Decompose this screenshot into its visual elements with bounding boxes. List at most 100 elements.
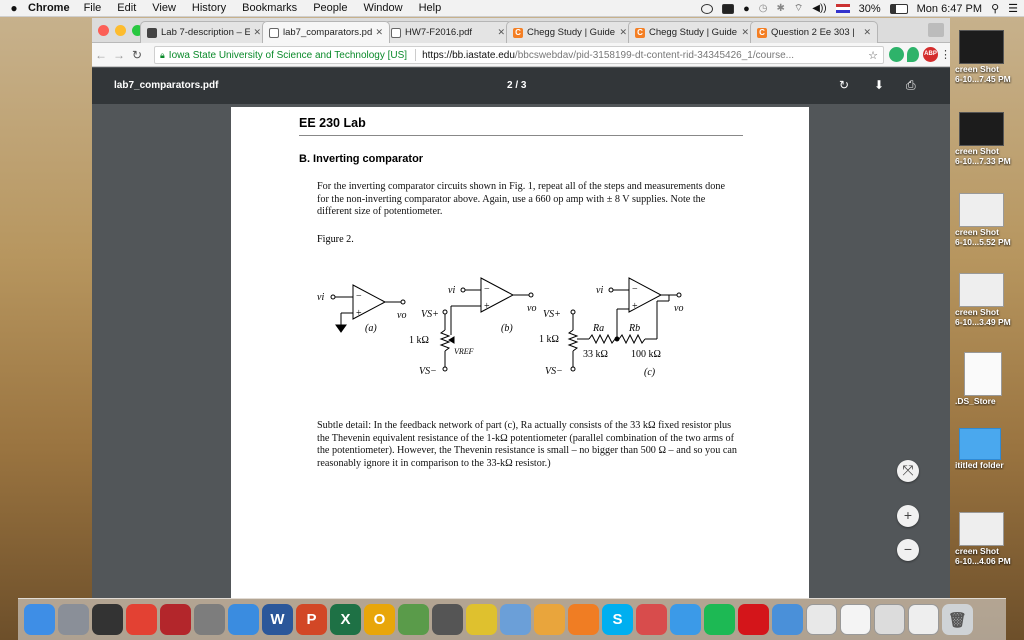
print-icon[interactable]: ⎙	[906, 78, 916, 93]
menu-edit[interactable]: Edit	[117, 2, 136, 14]
safari-icon[interactable]	[772, 604, 803, 635]
menu-view[interactable]: View	[152, 2, 176, 14]
file-thumbnail-icon	[959, 30, 1004, 64]
address-bar[interactable]: 🔒︎ Iowa State University of Science and …	[154, 46, 884, 64]
dock-document-icon[interactable]	[840, 604, 871, 635]
menu-bookmarks[interactable]: Bookmarks	[242, 2, 297, 14]
close-icon[interactable]: ✕	[863, 27, 871, 38]
desktop-item[interactable]: ititled folder	[955, 428, 1024, 470]
wolfram-icon[interactable]	[466, 604, 497, 635]
tab-chegg-question[interactable]: C Question 2 Ee 303 | ✕	[750, 21, 878, 43]
close-icon[interactable]: ✕	[497, 27, 505, 38]
onenote-icon[interactable]: O	[364, 604, 395, 635]
tab-chegg-2[interactable]: C Chegg Study | Guide ✕	[628, 21, 756, 43]
finder-icon[interactable]	[24, 604, 55, 635]
zoom-in-button[interactable]: +	[897, 505, 919, 527]
desktop-item-label: creen Shot	[955, 546, 999, 556]
volume-icon[interactable]: ◀))	[812, 3, 826, 14]
record-icon[interactable]: ●	[743, 3, 750, 15]
app-store-icon[interactable]	[670, 604, 701, 635]
close-icon[interactable]: ✕	[253, 27, 261, 38]
display-icon[interactable]	[722, 3, 735, 14]
minimize-window-button[interactable]	[115, 25, 126, 36]
dock-document-icon[interactable]	[874, 604, 905, 635]
word-icon[interactable]: W	[262, 604, 293, 635]
app-grid-icon[interactable]	[92, 604, 123, 635]
powerpoint-icon[interactable]: P	[296, 604, 327, 635]
desktop-item[interactable]: creen Shot 6-10...4.06 PM	[955, 512, 1024, 566]
photo-booth-icon[interactable]	[160, 604, 191, 635]
close-window-button[interactable]	[98, 25, 109, 36]
photos-icon[interactable]	[534, 604, 565, 635]
profile-icon[interactable]	[928, 23, 944, 37]
desktop-item[interactable]: .DS_Store	[955, 352, 1024, 406]
desktop-item[interactable]: creen Shot 6-10...7.45 PM	[955, 30, 1024, 84]
extension-g-icon[interactable]	[889, 47, 904, 62]
flag-icon[interactable]	[835, 4, 850, 13]
extension-maps-icon[interactable]	[907, 47, 919, 62]
chrome-menu-icon[interactable]: ⋮	[940, 48, 951, 61]
tab-lab7-comparators[interactable]: lab7_comparators.pdf ✕	[262, 21, 390, 43]
adblock-icon[interactable]: ABP	[923, 47, 938, 62]
battery-percent[interactable]: 30%	[859, 3, 881, 15]
menu-history[interactable]: History	[192, 2, 226, 14]
vpn-icon[interactable]	[701, 3, 714, 14]
battery-icon[interactable]	[889, 3, 908, 14]
chrome-icon[interactable]	[126, 604, 157, 635]
desktop-item[interactable]: creen Shot 6-10...5.52 PM	[955, 193, 1024, 247]
spotlight-icon[interactable]: ⚲	[991, 2, 999, 15]
menu-window[interactable]: Window	[363, 2, 402, 14]
menu-file[interactable]: File	[84, 2, 102, 14]
page-indicator[interactable]: 2 / 3	[507, 80, 526, 91]
preview-icon[interactable]	[500, 604, 531, 635]
rotate-icon[interactable]: ↻	[839, 78, 849, 92]
download-icon[interactable]: ⬇	[874, 78, 884, 92]
r100-label: 100 kΩ	[631, 349, 661, 360]
close-icon[interactable]: ✕	[741, 27, 749, 38]
tab-lab7-description[interactable]: Lab 7-description – E ✕	[140, 21, 268, 43]
back-button[interactable]: ←	[92, 48, 110, 62]
app-menu[interactable]: Chrome	[28, 2, 70, 14]
time-machine-icon[interactable]: ◷	[759, 3, 768, 14]
desktop-item[interactable]: creen Shot 6-10...7.33 PM	[955, 112, 1024, 166]
tab-hw7[interactable]: HW7-F2016.pdf ✕	[384, 21, 512, 43]
mail-icon[interactable]	[228, 604, 259, 635]
bookmark-star-icon[interactable]: ☆	[868, 49, 878, 62]
notification-center-icon[interactable]: ☰	[1008, 2, 1018, 15]
menu-bar: ● Chrome File Edit View History Bookmark…	[0, 0, 1024, 17]
dock-document-icon[interactable]	[908, 604, 939, 635]
maps-icon[interactable]	[398, 604, 429, 635]
desktop-item[interactable]: creen Shot 6-10...3.49 PM	[955, 273, 1024, 327]
vs-plus-label: VS+	[421, 309, 439, 320]
desktop-item-sublabel: 6-10...3.49 PM	[955, 317, 1011, 327]
fit-page-button[interactable]: ⤧	[897, 460, 919, 482]
ibooks-icon[interactable]	[568, 604, 599, 635]
tab-chegg-1[interactable]: C Chegg Study | Guide ✕	[506, 21, 634, 43]
wifi-icon[interactable]: ⌔	[794, 2, 803, 15]
dock-document-icon[interactable]	[806, 604, 837, 635]
trash-icon[interactable]: 🗑︎	[942, 604, 973, 635]
zoom-out-button[interactable]: −	[897, 539, 919, 561]
bluetooth-icon[interactable]: ✱	[776, 3, 784, 14]
lock-icon[interactable]: 🔒︎	[160, 50, 165, 61]
close-icon[interactable]: ✕	[619, 27, 627, 38]
excel-icon[interactable]: X	[330, 604, 361, 635]
clock[interactable]: Mon 6:47 PM	[917, 3, 982, 15]
tab-title: Lab 7-description – E	[161, 27, 251, 38]
menu-people[interactable]: People	[313, 2, 347, 14]
system-prefs-icon[interactable]	[194, 604, 225, 635]
apple-icon[interactable]: ●	[0, 1, 28, 15]
reload-button[interactable]: ↻	[128, 48, 146, 62]
menu-help[interactable]: Help	[419, 2, 442, 14]
vo-label: vo	[527, 303, 536, 314]
site-identity[interactable]: Iowa State University of Science and Tec…	[169, 50, 407, 61]
image-capture-icon[interactable]	[636, 604, 667, 635]
spotify-icon[interactable]	[704, 604, 735, 635]
forward-button[interactable]: →	[110, 48, 128, 62]
skype-icon[interactable]: S	[602, 604, 633, 635]
close-icon[interactable]: ✕	[375, 27, 383, 38]
launchpad-icon[interactable]	[58, 604, 89, 635]
calculator-icon[interactable]	[432, 604, 463, 635]
file-thumbnail-icon	[964, 352, 1002, 396]
acrobat-icon[interactable]	[738, 604, 769, 635]
